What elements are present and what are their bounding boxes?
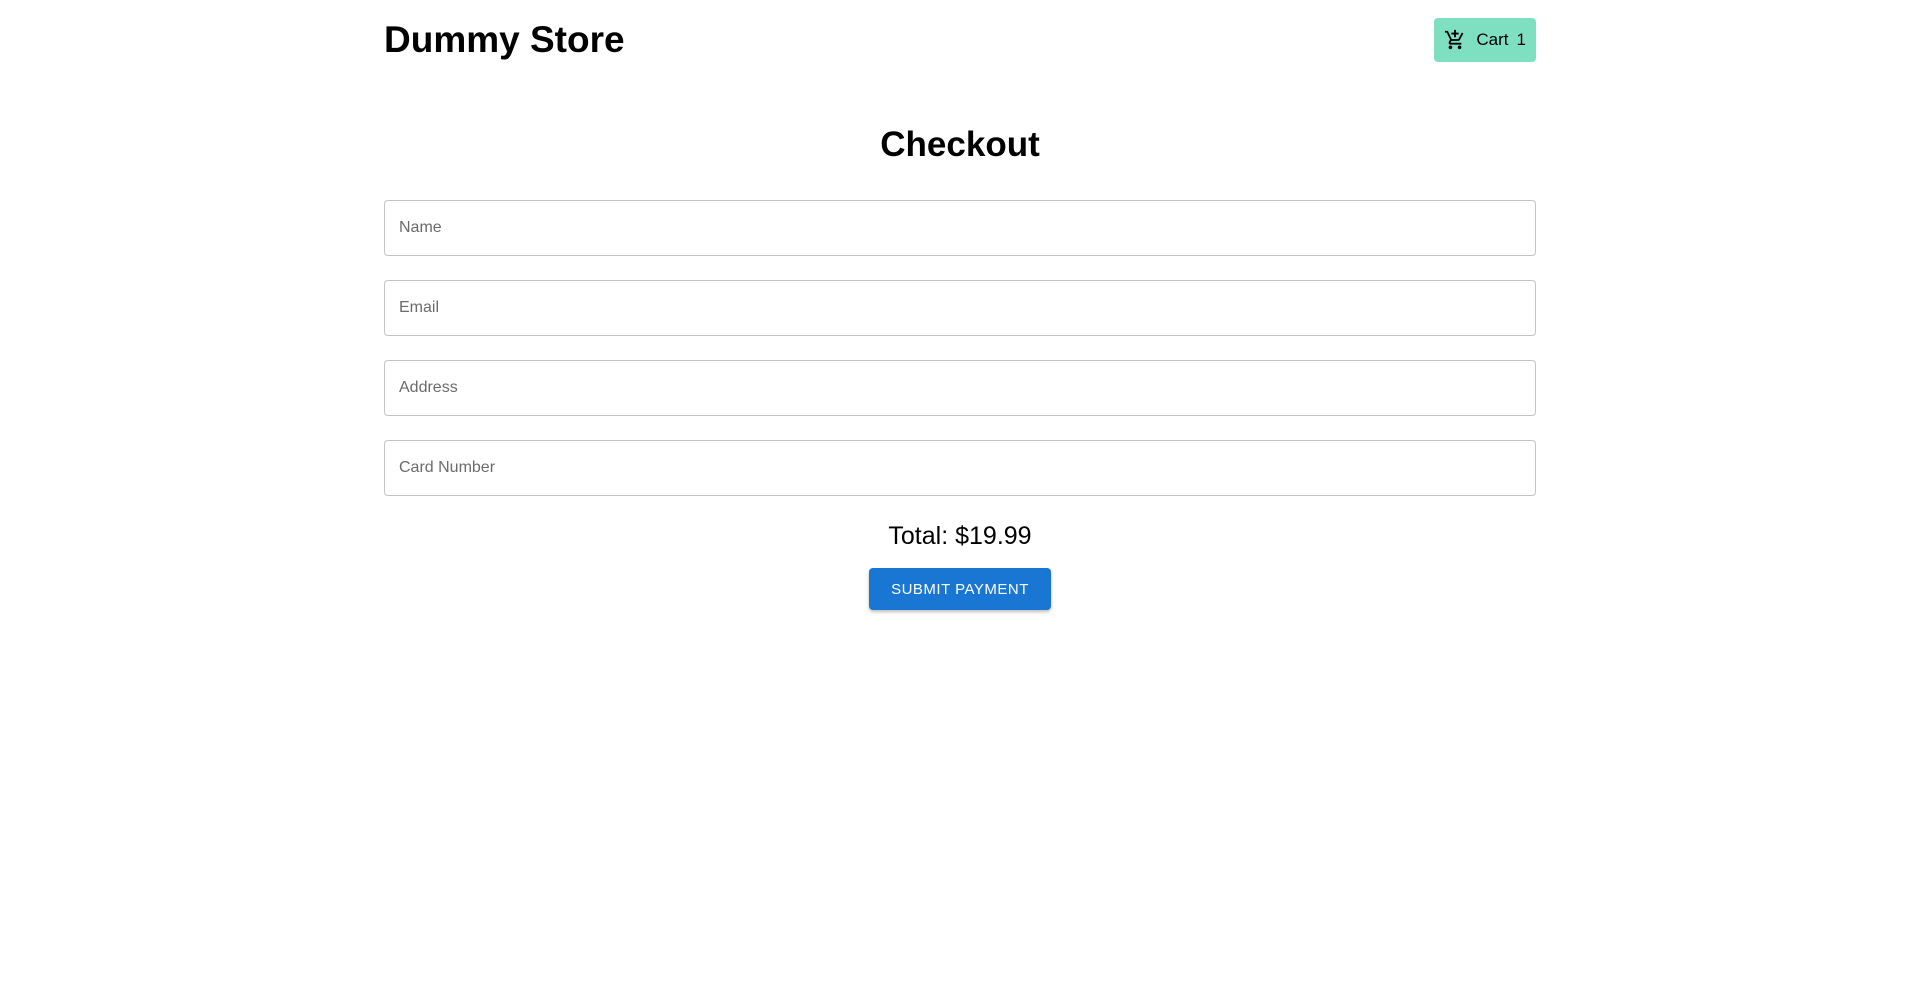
- header: Dummy Store Cart 1: [384, 0, 1536, 80]
- submit-row: SUBMIT PAYMENT: [384, 568, 1536, 610]
- page: Dummy Store Cart 1 Checkout Total: $19.9…: [384, 0, 1536, 610]
- checkout-form: [384, 200, 1536, 496]
- store-title: Dummy Store: [384, 19, 625, 60]
- submit-payment-button[interactable]: SUBMIT PAYMENT: [869, 568, 1051, 610]
- name-field[interactable]: [384, 200, 1536, 256]
- cart-count-badge: 1: [1516, 30, 1526, 49]
- cart-label: Cart: [1476, 30, 1509, 49]
- email-field[interactable]: [384, 280, 1536, 336]
- address-field[interactable]: [384, 360, 1536, 416]
- cart-button[interactable]: Cart 1: [1434, 18, 1536, 62]
- order-total: Total: $19.99: [888, 522, 1032, 550]
- page-title: Checkout: [880, 125, 1040, 164]
- card-number-field[interactable]: [384, 440, 1536, 496]
- cart-icon: [1444, 29, 1466, 51]
